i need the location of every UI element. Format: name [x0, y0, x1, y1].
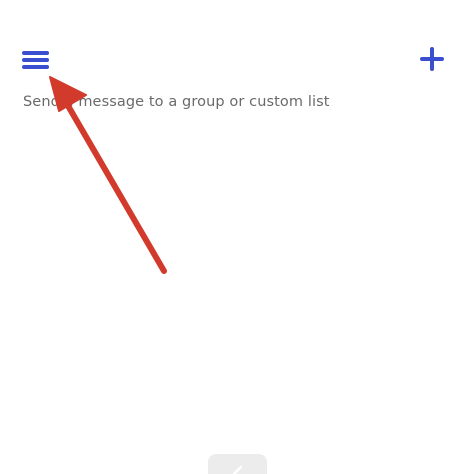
menu-button[interactable] [20, 47, 52, 73]
add-button[interactable] [418, 45, 446, 73]
compose-icon [232, 465, 243, 474]
annotation-arrow [49, 76, 167, 274]
compose-button[interactable] [208, 454, 267, 474]
app-screen: Send a message to a group or custom list [0, 0, 474, 474]
page-subtitle: Send a message to a group or custom list [23, 94, 330, 110]
